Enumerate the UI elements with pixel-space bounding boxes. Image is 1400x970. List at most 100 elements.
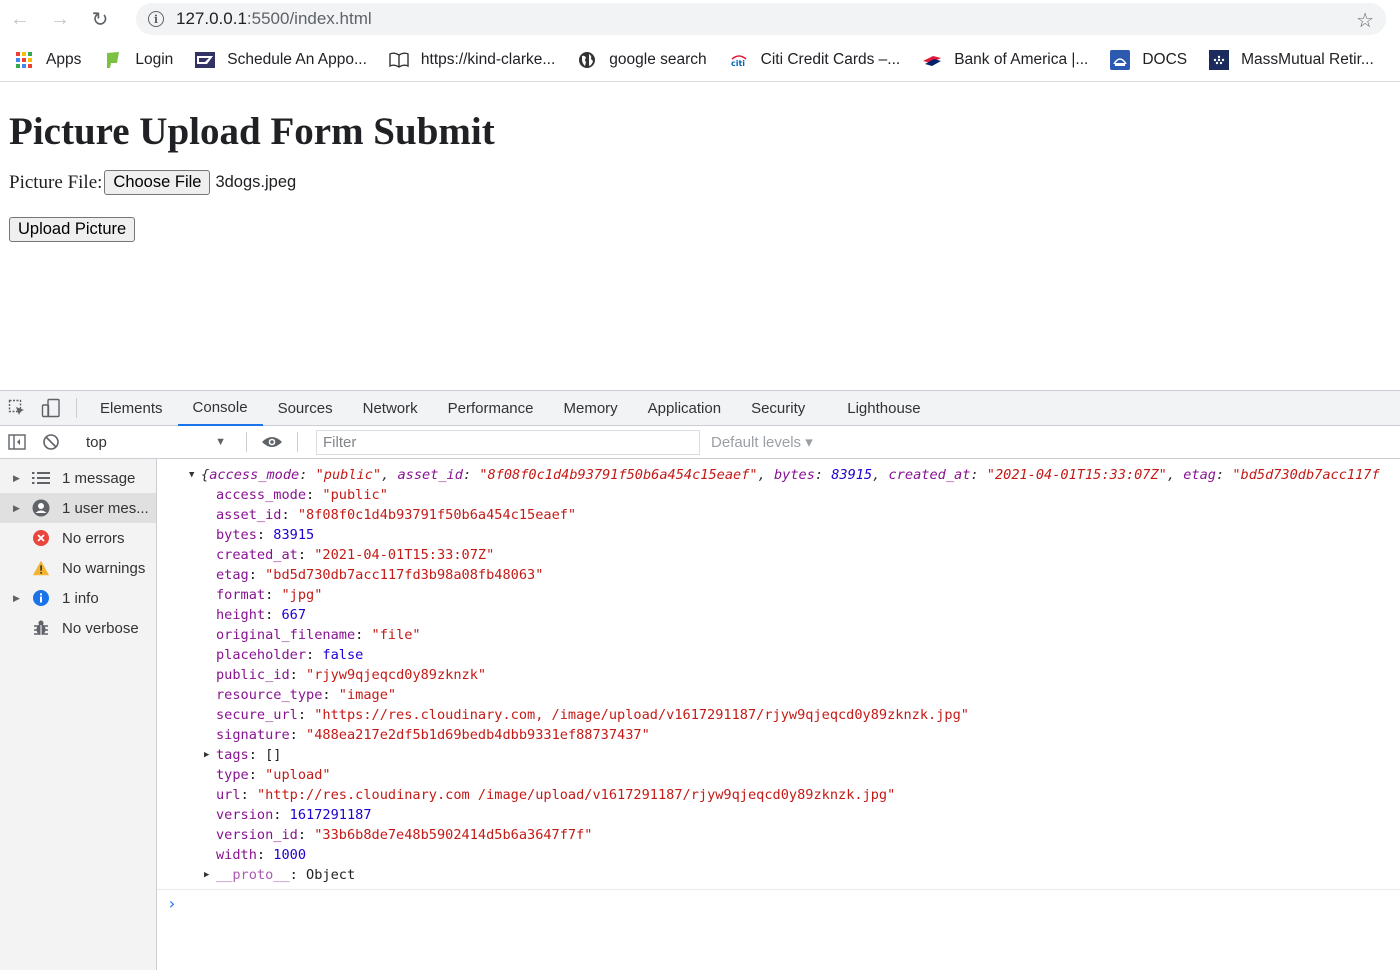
object-property-row[interactable]: ▶ tags: [] [157,745,1400,765]
url-omnibox[interactable]: i 127.0.0.1:5500/index.html ☆ [136,3,1386,35]
sidebar-item-bug[interactable]: No verbose [0,613,156,643]
forward-arrow-icon[interactable]: → [40,0,80,38]
bookmark-item[interactable]: Bank of America |... [922,51,1088,69]
file-input-row: Picture File: Choose File 3dogs.jpeg [9,170,1400,195]
property-key: etag [216,567,249,583]
property-value: false [322,647,364,663]
property-key: created_at [216,547,298,563]
object-property-row[interactable]: url: "http://res.cloudinary.com /image/u… [157,785,1400,805]
console-body: ▶ 1 message ▶ 1 user mes... No errors No warn… [0,459,1400,970]
object-property-row[interactable]: bytes: 83915 [157,525,1400,545]
console-output: ▼ {access_mode: "public", asset_id: "8f08… [157,459,1400,970]
bookmark-item[interactable]: https://kind-clarke... [389,51,555,69]
console-prompt[interactable]: › [157,889,1400,917]
object-property-row[interactable]: access_mode: "public" [157,485,1400,505]
inspect-element-icon[interactable] [0,399,34,417]
expand-triangle-icon[interactable]: ▶ [13,473,20,484]
object-property-row[interactable]: ▶ __proto__: Object [157,865,1400,885]
property-value: "jpg" [281,587,323,603]
object-property-row[interactable]: type: "upload" [157,765,1400,785]
object-property-row[interactable]: version: 1617291187 [157,805,1400,825]
property-key: version_id [216,827,298,843]
expand-triangle-icon[interactable]: ▶ [204,865,209,885]
property-key: height [216,607,266,623]
expand-triangle-icon[interactable]: ▶ [204,745,209,765]
expand-triangle-icon[interactable]: ▶ [13,503,20,514]
object-property-row[interactable]: etag: "bd5d730db7acc117fd3b98a08fb48063" [157,565,1400,585]
object-property-row[interactable]: width: 1000 [157,845,1400,865]
url-path: :5500/index.html [246,9,372,28]
bookmark-item[interactable]: MassMutual Retir... [1209,49,1374,70]
property-value: [] [265,747,282,763]
sidebar-item-info[interactable]: ▶ 1 info [0,583,156,613]
tab-security[interactable]: Security [736,391,820,426]
tab-lighthouse[interactable]: Lighthouse [832,391,935,426]
url-text[interactable]: 127.0.0.1:5500/index.html [176,9,372,29]
book-icon [389,51,409,69]
property-value: 1617291187 [289,807,372,823]
bookmark-label: DOCS [1142,50,1188,68]
collapse-triangle-icon[interactable]: ▼ [189,465,194,485]
property-value: "bd5d730db7acc117fd3b98a08fb48063" [265,567,544,583]
tab-network[interactable]: Network [348,391,433,426]
sidebar-item-warning[interactable]: No warnings [0,553,156,583]
object-summary-line[interactable]: ▼ {access_mode: "public", asset_id: "8f08… [157,465,1400,485]
tab-application[interactable]: Application [633,391,736,426]
object-property-row[interactable]: placeholder: false [157,645,1400,665]
file-label: Picture File: [9,171,103,193]
reload-icon[interactable]: ↻ [80,0,120,38]
object-property-row[interactable]: format: "jpg" [157,585,1400,605]
object-property-row[interactable]: signature: "488ea217e2df5b1d69bedb4dbb93… [157,725,1400,745]
toolbar-divider [76,398,77,418]
sidebar-item-label: No errors [62,529,125,547]
object-property-row[interactable]: resource_type: "image" [157,685,1400,705]
globe-icon [577,51,597,69]
bookmark-label: MassMutual Retir... [1241,50,1374,68]
sidebar-item-user[interactable]: ▶ 1 user mes... [0,493,156,523]
sidebar-item-list[interactable]: ▶ 1 message [0,463,156,493]
device-toolbar-icon[interactable] [34,398,68,418]
bookmark-item[interactable]: Login [103,51,173,69]
sidebar-toggle-icon[interactable] [0,434,34,450]
property-value: "http://res.cloudinary.com /image/upload… [256,787,896,803]
tab-performance[interactable]: Performance [433,391,549,426]
summary-asset-id: "8f08f0c1d4b93791f50b6a454c15eaef" [479,467,758,483]
object-property-row[interactable]: height: 667 [157,605,1400,625]
object-property-row[interactable]: original_filename: "file" [157,625,1400,645]
bookmark-item[interactable]: citi Citi Credit Cards –... [729,51,901,69]
bookmark-star-icon[interactable]: ☆ [1356,8,1374,33]
tab-elements[interactable]: Elements [85,391,178,426]
bookmark-item[interactable]: DOCS [1110,49,1188,70]
property-value: "8f08f0c1d4b93791f50b6a454c15eaef" [297,507,577,523]
bookmark-item[interactable]: Schedule An Appo... [195,51,367,69]
object-property-row[interactable]: created_at: "2021-04-01T15:33:07Z" [157,545,1400,565]
tab-sources[interactable]: Sources [263,391,348,426]
sidebar-item-error[interactable]: No errors [0,523,156,553]
log-levels-dropdown[interactable]: Default levels ▾ [711,433,813,451]
bookmark-item[interactable]: google search [577,51,707,69]
context-selector[interactable]: top ▼ [68,434,238,451]
bookmark-item[interactable]: Apps [14,51,81,69]
choose-file-button[interactable]: Choose File [104,170,211,195]
tab-console[interactable]: Console [177,391,263,426]
bookmark-label: Schedule An Appo... [227,50,367,68]
tab-memory[interactable]: Memory [549,391,633,426]
property-key: public_id [216,667,290,683]
property-key: tags [216,747,249,763]
upload-picture-button[interactable]: Upload Picture [9,217,136,242]
object-property-row[interactable]: version_id: "33b6b8de7e48b5902414d5b6a36… [157,825,1400,845]
citi-icon: citi [729,51,749,69]
summary-created-at: "2021-04-01T15:33:07Z" [986,467,1167,483]
back-arrow-icon[interactable]: ← [0,0,40,38]
expand-triangle-icon[interactable]: ▶ [13,593,20,604]
sidebar-item-label: No verbose [62,619,139,637]
console-filter-input[interactable]: Filter [316,429,700,455]
site-info-icon[interactable]: i [148,11,164,27]
live-expression-eye-icon[interactable] [255,435,289,449]
property-key: width [216,847,257,863]
clear-console-icon[interactable] [34,433,68,451]
property-key: placeholder [216,647,307,663]
object-property-row[interactable]: asset_id: "8f08f0c1d4b93791f50b6a454c15e… [157,505,1400,525]
object-property-row[interactable]: secure_url: "https://res.cloudinary.com,… [157,705,1400,725]
object-property-row[interactable]: public_id: "rjyw9qjeqcd0y89zknzk" [157,665,1400,685]
